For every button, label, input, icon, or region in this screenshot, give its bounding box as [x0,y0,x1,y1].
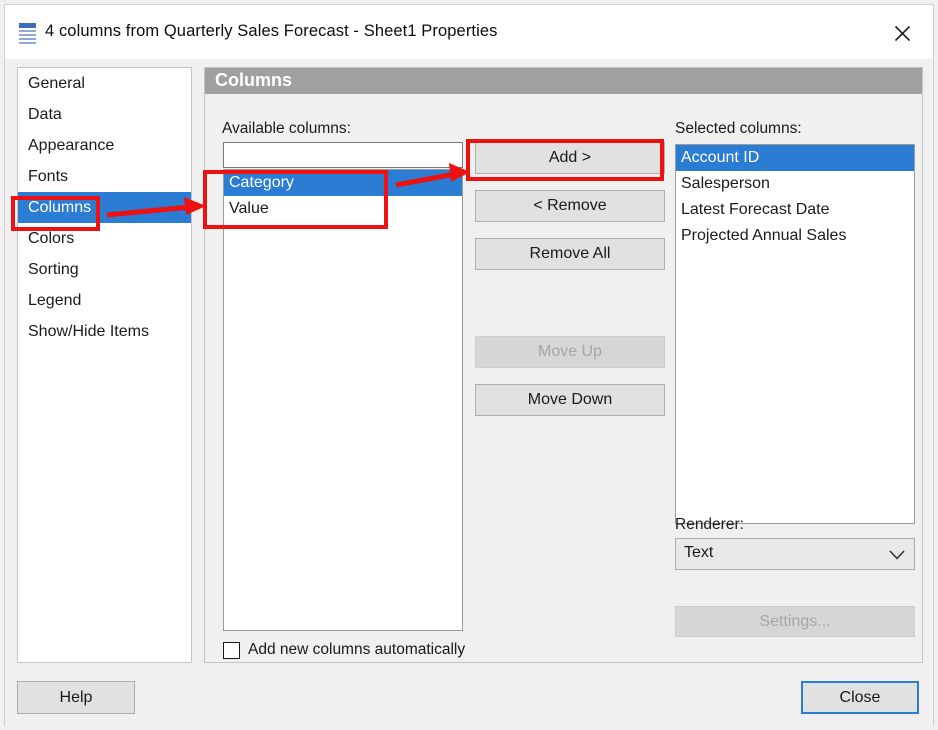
move-down-button[interactable]: Move Down [475,384,665,416]
selected-columns-list[interactable]: Account ID Salesperson Latest Forecast D… [675,144,915,524]
sidebar-item-legend[interactable]: Legend [18,285,191,316]
sidebar-item-show-hide-items[interactable]: Show/Hide Items [18,316,191,347]
close-button[interactable]: Close [801,681,919,714]
renderer-label: Renderer: [675,516,744,533]
columns-panel: Columns Available columns: Category Valu… [204,67,923,663]
sidebar-item-general[interactable]: General [18,68,191,99]
sidebar-item-appearance[interactable]: Appearance [18,130,191,161]
remove-button[interactable]: < Remove [475,190,665,222]
settings-button: Settings... [675,606,915,637]
available-columns-filter-input[interactable] [223,142,463,168]
add-new-columns-checkbox[interactable]: Add new columns automatically [223,641,465,659]
add-new-columns-label: Add new columns automatically [248,641,466,658]
panel-header: Columns [205,68,922,94]
settings-nav-list[interactable]: General Data Appearance Fonts Columns Co… [17,67,192,663]
list-grid-icon [19,23,36,44]
properties-dialog: 4 columns from Quarterly Sales Forecast … [0,0,938,730]
renderer-selected-value: Text [684,544,714,561]
sidebar-item-fonts[interactable]: Fonts [18,161,191,192]
list-item[interactable]: Projected Annual Sales [676,223,914,249]
remove-all-button[interactable]: Remove All [475,238,665,270]
title-bar: 4 columns from Quarterly Sales Forecast … [5,5,933,59]
available-columns-list[interactable]: Category Value [223,169,463,631]
dialog-body: General Data Appearance Fonts Columns Co… [5,59,933,673]
dialog-footer: Help Close [5,673,933,727]
sidebar-item-data[interactable]: Data [18,99,191,130]
sidebar-item-columns[interactable]: Columns [18,192,191,223]
sidebar-item-sorting[interactable]: Sorting [18,254,191,285]
sidebar-item-colors[interactable]: Colors [18,223,191,254]
add-button[interactable]: Add > [475,142,665,174]
checkbox-box[interactable] [223,641,240,659]
list-item[interactable]: Account ID [676,145,914,171]
list-item[interactable]: Latest Forecast Date [676,197,914,223]
list-item[interactable]: Value [224,196,462,222]
help-button[interactable]: Help [17,681,135,714]
move-up-button: Move Up [475,336,665,368]
panel-header-label: Columns [215,70,293,90]
selected-columns-label: Selected columns: [675,120,802,137]
window-frame: 4 columns from Quarterly Sales Forecast … [4,4,934,727]
available-columns-label: Available columns: [222,120,351,137]
list-item[interactable]: Category [224,170,462,196]
renderer-select[interactable]: Text [675,538,915,570]
window-title: 4 columns from Quarterly Sales Forecast … [45,22,498,40]
close-icon[interactable] [879,15,925,51]
list-item[interactable]: Salesperson [676,171,914,197]
chevron-down-icon [889,548,905,566]
